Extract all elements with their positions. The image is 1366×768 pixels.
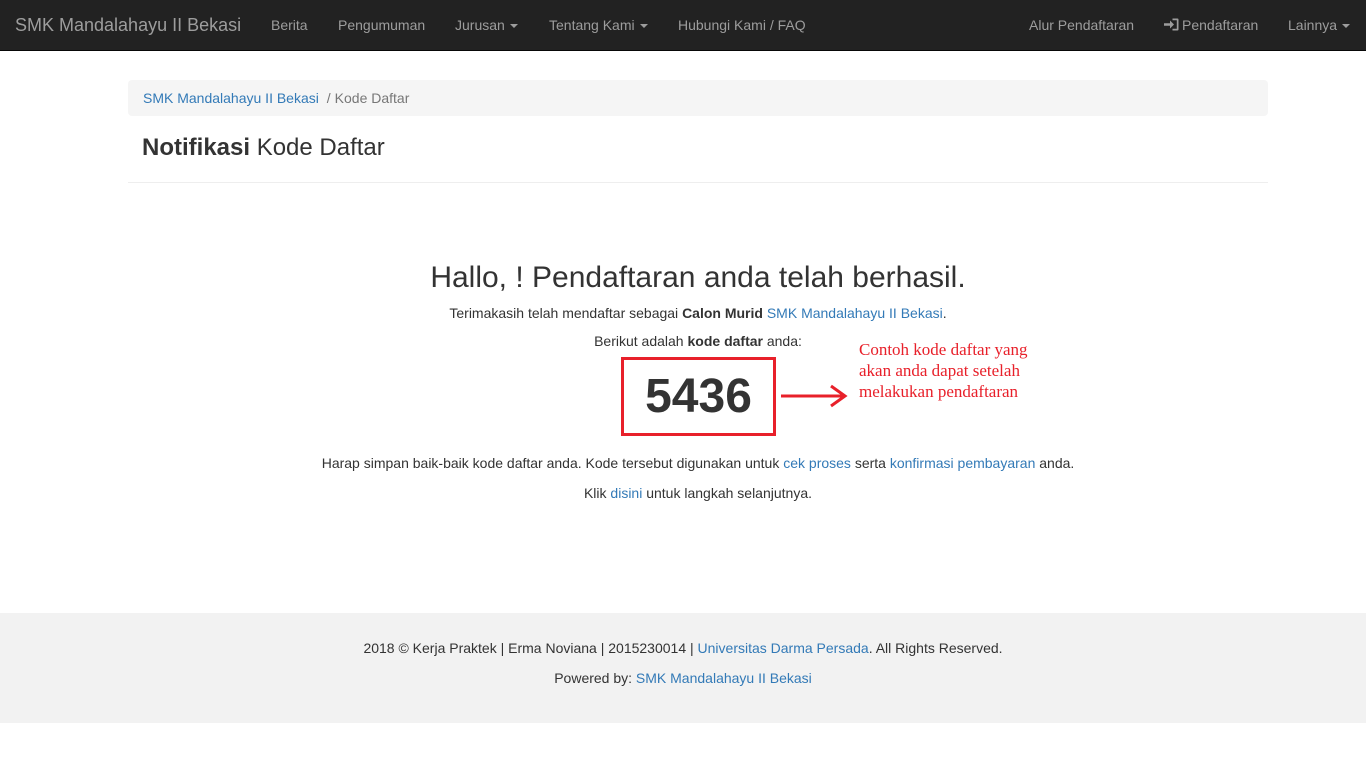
page-header: Notifikasi Kode Daftar — [128, 116, 1268, 183]
nav-hubungi-kami-label: Hubungi Kami / FAQ — [678, 17, 806, 33]
login-icon — [1164, 18, 1179, 31]
nav-lainnya-dropdown[interactable]: Lainnya — [1288, 0, 1351, 50]
next-prefix: Klik — [583, 485, 611, 501]
page-title-rest: Kode Daftar — [250, 134, 385, 161]
nav-alur-pendaftaran[interactable]: Alur Pendaftaran — [1029, 0, 1134, 50]
save-suffix: anda. — [1035, 455, 1075, 471]
code-intro-suffix: anda: — [762, 333, 802, 349]
caret-down-icon — [509, 24, 518, 29]
next-step-line: Klik disini untuk langkah selanjutnya. — [0, 485, 1366, 501]
breadcrumb-separator: / — [326, 90, 331, 106]
konfirmasi-pembayaran-link[interactable]: konfirmasi pembayaran — [890, 455, 1036, 471]
university-link[interactable]: Universitas Darma Persada — [698, 640, 869, 656]
nav-lainnya-label: Lainnya — [1288, 17, 1338, 33]
next-suffix: untuk langkah selanjutnya. — [642, 485, 813, 501]
breadcrumb: SMK Mandalahayu II Bekasi / Kode Daftar — [128, 80, 1268, 116]
page-title-bold: Notifikasi — [142, 134, 251, 161]
breadcrumb-current: Kode Daftar — [334, 90, 410, 106]
code-intro-bold: kode daftar — [687, 333, 763, 349]
thanks-prefix: Terimakasih telah mendaftar sebagai — [449, 305, 683, 321]
nav-alur-pendaftaran-label: Alur Pendaftaran — [1029, 17, 1135, 33]
nav-berita[interactable]: Berita — [271, 0, 308, 50]
footer-powered-prefix: Powered by: — [554, 670, 636, 686]
thanks-bold: Calon Murid — [682, 305, 763, 321]
nav-tentang-kami-dropdown[interactable]: Tentang Kami — [549, 0, 648, 50]
success-heading: Hallo, ! Pendaftaran anda telah berhasil… — [430, 261, 966, 294]
breadcrumb-home-link[interactable]: SMK Mandalahayu II Bekasi — [143, 90, 319, 106]
code-intro-prefix: Berikut adalah — [594, 333, 688, 349]
nav-pengumuman-label: Pengumuman — [338, 17, 426, 33]
nav-pengumuman[interactable]: Pengumuman — [338, 0, 425, 50]
nav-tentang-kami-label: Tentang Kami — [549, 17, 635, 33]
registration-code-box: 5436 — [621, 357, 776, 436]
caret-down-icon — [639, 24, 648, 29]
nav-pendaftaran-label: Pendaftaran — [1182, 17, 1259, 33]
save-code-line: Harap simpan baik-baik kode daftar anda.… — [0, 455, 1366, 471]
registration-code: 5436 — [645, 370, 752, 423]
nav-berita-label: Berita — [271, 17, 308, 33]
brand-link[interactable]: SMK Mandalahayu II Bekasi — [15, 0, 241, 50]
save-mid: serta — [850, 455, 890, 471]
footer: 2018 © Kerja Praktek | Erma Noviana | 20… — [0, 613, 1366, 723]
footer-school-link[interactable]: SMK Mandalahayu II Bekasi — [636, 670, 812, 686]
footer-copyright-prefix: 2018 © Kerja Praktek | Erma Noviana | 20… — [363, 640, 698, 656]
school-link[interactable]: SMK Mandalahayu II Bekasi — [767, 305, 943, 321]
footer-powered-by: Powered by: SMK Mandalahayu II Bekasi — [0, 670, 1366, 686]
nav-jurusan-dropdown[interactable]: Jurusan — [455, 0, 518, 50]
top-navbar: SMK Mandalahayu II Bekasi Berita Pengumu… — [0, 0, 1366, 51]
thanks-line: Terimakasih telah mendaftar sebagai Calo… — [0, 305, 1366, 321]
nav-pendaftaran[interactable]: Pendaftaran — [1164, 0, 1258, 50]
footer-copyright-suffix: . All Rights Reserved. — [868, 640, 1003, 656]
thanks-suffix: . — [942, 305, 947, 321]
caret-down-icon — [1342, 24, 1351, 29]
footer-copyright: 2018 © Kerja Praktek | Erma Noviana | 20… — [0, 640, 1366, 656]
annotation-note: Contoh kode daftar yang akan anda dapat … — [859, 340, 1028, 401]
page-title: Notifikasi Kode Daftar — [142, 134, 385, 162]
arrow-right-icon — [781, 384, 848, 408]
save-prefix: Harap simpan baik-baik kode daftar anda.… — [321, 455, 784, 471]
code-intro-line: Berikut adalah kode daftar anda: — [0, 333, 1366, 349]
cek-proses-link[interactable]: cek proses — [783, 455, 851, 471]
disini-link[interactable]: disini — [610, 485, 642, 501]
nav-jurusan-label: Jurusan — [455, 17, 505, 33]
nav-hubungi-kami[interactable]: Hubungi Kami / FAQ — [678, 0, 806, 50]
